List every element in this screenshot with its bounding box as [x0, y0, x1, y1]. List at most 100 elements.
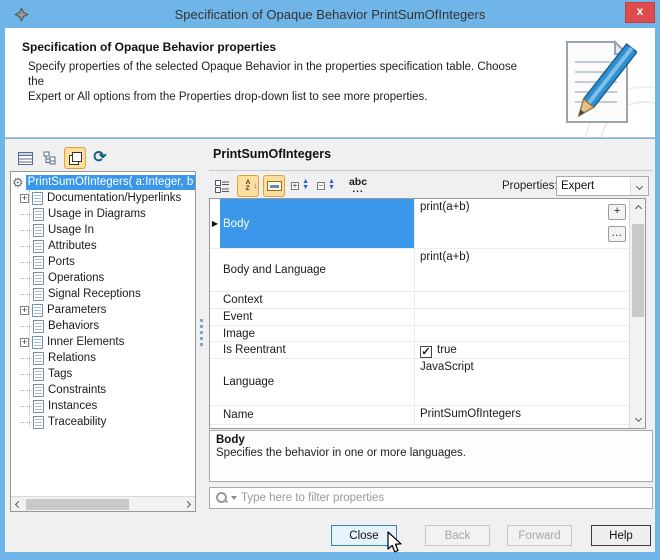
property-name[interactable]: Language [220, 359, 414, 405]
property-name[interactable]: Body and Language [220, 249, 414, 291]
tree-connector [20, 262, 32, 263]
property-name[interactable]: Body [220, 199, 414, 248]
chevron-down-icon[interactable] [630, 177, 648, 195]
tree-item-root[interactable]: ⚙ PrintSumOfIntegers( a:Integer, b [11, 174, 195, 190]
property-name[interactable]: Is Reentrant [220, 342, 414, 358]
specification-dialog: Specification of Opaque Behavior PrintSu… [0, 0, 660, 560]
tree-connector [20, 230, 32, 231]
properties-table-view-button[interactable] [14, 147, 36, 169]
property-row-event[interactable]: Event [210, 309, 629, 326]
tree-connector [20, 390, 32, 391]
edit-value-button[interactable]: ... [608, 226, 626, 242]
property-value[interactable]: print(a+b) [414, 249, 629, 291]
expander-plus-icon[interactable]: + [20, 338, 29, 347]
description-text: Specifies the behavior in one or more la… [216, 447, 646, 459]
show-description-button[interactable] [263, 175, 285, 197]
tree-horizontal-scrollbar[interactable] [11, 496, 195, 511]
tree-connector [20, 294, 32, 295]
tree-item-label: Attributes [48, 240, 97, 252]
tree-connector [20, 422, 32, 423]
tree-item-inner-elements[interactable]: + Inner Elements [11, 334, 195, 350]
scroll-right-arrow[interactable] [180, 502, 195, 507]
tree-item-label: Usage in Diagrams [48, 208, 146, 220]
property-value[interactable]: PrintSumOfIntegers [414, 406, 629, 424]
properties-mode-dropdown[interactable]: Expert [556, 176, 649, 196]
tree-item-signal-receptions[interactable]: Signal Receptions [11, 286, 195, 302]
tree-connector [20, 326, 32, 327]
property-row-context[interactable]: Context [210, 292, 629, 309]
standalone-mode-button[interactable] [64, 147, 86, 169]
row-marker-icon: ▶ [210, 199, 220, 248]
property-row-body-and-language[interactable]: Body and Language print(a+b) [210, 249, 629, 292]
show-full-names-button[interactable]: abc ... [347, 175, 369, 197]
property-row-language[interactable]: Language JavaScript [210, 359, 629, 406]
tree-toolbar: ⟳ [14, 147, 111, 169]
help-button[interactable]: Help [591, 525, 651, 546]
document-icon [33, 400, 44, 413]
app-logo-icon [13, 6, 30, 23]
tree-item-documentation[interactable]: + Documentation/Hyperlinks [11, 190, 195, 206]
panel-splitter-handle[interactable] [199, 319, 204, 353]
tree-item-behaviors[interactable]: Behaviors [11, 318, 195, 334]
expand-all-icon: + ▲ ▼ [291, 179, 309, 193]
property-name[interactable]: Name [220, 406, 414, 424]
dialog-body: ⟳ ⚙ PrintSumOfIntegers( a:Integer, b + D… [5, 139, 655, 552]
checkbox-checked-icon[interactable]: ✓ [420, 346, 432, 358]
expander-plus-icon[interactable]: + [20, 306, 29, 315]
refresh-icon: ⟳ [93, 151, 106, 165]
property-name[interactable]: Event [220, 309, 414, 325]
sort-az-icon: ↓ A Z [246, 180, 251, 192]
tree-item-attributes[interactable]: Attributes [11, 238, 195, 254]
property-value[interactable] [414, 309, 629, 325]
property-value[interactable]: ✓true [414, 342, 629, 358]
property-row-is-reentrant[interactable]: Is Reentrant ✓true [210, 342, 629, 359]
property-row-image[interactable]: Image [210, 326, 629, 342]
property-value[interactable]: print(a+b) [414, 199, 629, 248]
scrollbar-thumb[interactable] [632, 224, 644, 317]
categorized-view-button[interactable] [211, 175, 233, 197]
property-row-body[interactable]: ▶ Body print(a+b) + ... [210, 199, 629, 249]
tree-item-usage-in[interactable]: Usage In [11, 222, 195, 238]
expand-all-button[interactable]: + ▲ ▼ [289, 175, 311, 197]
tree-item-label: Operations [48, 272, 104, 284]
property-name[interactable]: Context [220, 292, 414, 308]
property-row-name[interactable]: Name PrintSumOfIntegers [210, 406, 629, 425]
property-value[interactable] [414, 292, 629, 308]
scroll-down-arrow[interactable] [630, 411, 646, 426]
tree-item-traceability[interactable]: Traceability [11, 414, 195, 430]
tree-root-label: PrintSumOfIntegers( a:Integer, b [26, 175, 196, 190]
tree-view-button[interactable] [39, 147, 61, 169]
tree-item-parameters[interactable]: + Parameters [11, 302, 195, 318]
tree-item-instances[interactable]: Instances [11, 398, 195, 414]
tree-item-relations[interactable]: Relations [11, 350, 195, 366]
table-vertical-scrollbar[interactable] [629, 199, 645, 428]
tree-item-label: Signal Receptions [48, 288, 141, 300]
specification-tree[interactable]: ⚙ PrintSumOfIntegers( a:Integer, b + Doc… [10, 171, 196, 512]
tree-item-ports[interactable]: Ports [11, 254, 195, 270]
property-value[interactable] [414, 326, 629, 341]
sort-alphabetically-button[interactable]: ↓ A Z [237, 175, 259, 197]
tree-item-label: Inner Elements [47, 336, 124, 348]
filter-properties-input[interactable] [237, 492, 652, 504]
copies-stack-icon [69, 152, 82, 165]
close-window-button[interactable]: x [625, 2, 655, 23]
tree-item-tags[interactable]: Tags [11, 366, 195, 382]
filter-field-container[interactable] [209, 487, 653, 509]
collapse-all-button[interactable]: − ▲ ▼ [315, 175, 337, 197]
tree-item-usage-in-diagrams[interactable]: Usage in Diagrams [11, 206, 195, 222]
tree-item-operations[interactable]: Operations [11, 270, 195, 286]
refresh-button[interactable]: ⟳ [89, 147, 111, 169]
scroll-left-arrow[interactable] [11, 502, 26, 507]
scrollbar-thumb[interactable] [26, 499, 129, 510]
title-bar[interactable]: Specification of Opaque Behavior PrintSu… [0, 0, 660, 28]
search-icon[interactable] [216, 492, 228, 504]
tree-item-constraints[interactable]: Constraints [11, 382, 195, 398]
forward-button[interactable]: Forward [507, 525, 572, 546]
property-name[interactable]: Image [220, 326, 414, 341]
property-value[interactable]: JavaScript [414, 359, 629, 405]
back-button[interactable]: Back [425, 525, 490, 546]
properties-table[interactable]: ▶ Body print(a+b) + ... Body and Languag… [209, 198, 646, 429]
add-value-button[interactable]: + [608, 204, 626, 220]
expander-plus-icon[interactable]: + [20, 194, 29, 203]
scroll-up-arrow[interactable] [630, 201, 646, 216]
